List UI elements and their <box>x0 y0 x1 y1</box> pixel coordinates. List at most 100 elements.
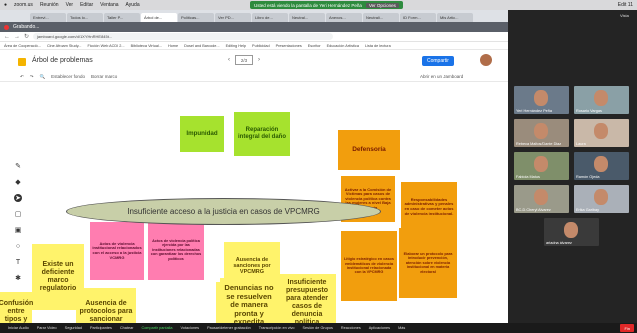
bookmark-7[interactable]: Publicidad <box>252 44 270 48</box>
view-options-button[interactable]: Ver Opciones <box>365 2 399 8</box>
jamboard-title[interactable]: Árbol de problemas <box>32 57 93 64</box>
zoom-control-3[interactable]: Participantes <box>90 326 112 330</box>
share-button[interactable]: Compartir <box>422 56 454 66</box>
zoom-control-9[interactable]: Sesión de Grupos <box>303 326 333 330</box>
frame-counter[interactable]: 2/3 <box>235 55 253 65</box>
drawing-toolbar: ✎ ◆ ➤ ▢ ▣ ○ T ✱ <box>14 162 22 282</box>
zoom-icon[interactable]: 🔍 <box>40 74 46 80</box>
view-button[interactable]: Vista <box>620 13 629 18</box>
tab-4[interactable]: Políticas... <box>178 13 214 22</box>
zoom-control-2[interactable]: Seguridad <box>65 326 82 330</box>
tab-5[interactable]: Ver PD... <box>215 13 251 22</box>
clear-frame-button[interactable]: Borrar marco <box>91 74 117 79</box>
bookmark-11[interactable]: Lista de lectura <box>365 44 391 48</box>
tab-11[interactable]: Mis Artic... <box>437 13 473 22</box>
participant-tile[interactable]: Ramón Ojeda <box>574 152 629 180</box>
back-icon[interactable]: ← <box>4 34 10 40</box>
participant-tile[interactable]: Fabiola Matus <box>514 152 569 180</box>
image-icon[interactable]: ▣ <box>14 226 22 234</box>
redo-icon[interactable]: ↷ <box>30 74 34 80</box>
menu-ayuda[interactable]: Ayuda <box>126 2 140 8</box>
participant-video <box>594 90 608 106</box>
next-frame-icon[interactable]: › <box>258 57 260 63</box>
participants-panel: Vista Yeri Hernández Peña Rosario Vargas R… <box>508 10 637 323</box>
zoom-control-4[interactable]: Chatear <box>120 326 134 330</box>
pen-icon[interactable]: ✎ <box>14 162 22 170</box>
sticky-note[interactable]: Litigio estratégico en casos emblemático… <box>341 231 397 301</box>
participant-video <box>534 123 548 139</box>
laser-icon[interactable]: ✱ <box>14 274 22 282</box>
bookmark-2[interactable]: Ficción Web ACDI 2... <box>87 44 124 48</box>
bookmark-4[interactable]: Home <box>168 44 178 48</box>
bookmark-6[interactable]: Editing Help <box>226 44 246 48</box>
bookmark-5[interactable]: Dosel and Barcode... <box>184 44 219 48</box>
zoom-control-10[interactable]: Reacciones <box>341 326 361 330</box>
participant-tile[interactable]: BC-D.Cheryl Alvarez <box>514 185 569 213</box>
bookmark-8[interactable]: Presentaciones <box>276 44 302 48</box>
zoom-control-7[interactable]: Pausar/detener grabación <box>207 326 251 330</box>
menu-editar[interactable]: Editar <box>80 2 93 8</box>
set-background-button[interactable]: Establecer fondo <box>51 74 85 79</box>
tab-strip: Entrevi... Todos lo... Taller P... Árbol de… <box>0 10 508 22</box>
bookmark-9[interactable]: Escritor <box>308 44 321 48</box>
tab-3[interactable]: Árbol de... <box>141 13 177 22</box>
recording-label: Grabando... <box>13 24 40 30</box>
menu-ventana[interactable]: Ventana <box>100 2 118 8</box>
zoom-control-11[interactable]: Aplicaciones <box>369 326 390 330</box>
zoom-control-12[interactable]: Más <box>398 326 405 330</box>
zoom-control-8[interactable]: Transcripción en vivo <box>259 326 295 330</box>
participant-tile[interactable]: Rebeca Maltos/Dante Diaz <box>514 119 569 147</box>
url-field[interactable]: jamboard.google.com/d/1XYHnRHE845t... <box>33 33 334 40</box>
zoom-control-5[interactable]: Compartir pantalla <box>141 326 172 330</box>
menu-reunion[interactable]: Reunión <box>40 2 59 8</box>
central-problem-ellipse[interactable]: Insuficiente acceso a la justicia en cas… <box>66 198 381 225</box>
jamboard-canvas[interactable]: ✎ ◆ ➤ ▢ ▣ ○ T ✱ Impunidad Reparación inte… <box>0 82 508 333</box>
sticky-note[interactable]: Impunidad <box>180 116 224 152</box>
tab-2[interactable]: Taller P... <box>104 13 140 22</box>
participant-tile[interactable]: ariadna álvarez <box>544 218 599 246</box>
open-in-jamboard-link[interactable]: Abrir en un Jamboard <box>420 74 463 79</box>
participant-video <box>594 156 608 172</box>
undo-icon[interactable]: ↶ <box>20 74 24 80</box>
participant-tile[interactable]: Yeri Hernández Peña <box>514 86 569 114</box>
tab-0[interactable]: Entrevi... <box>30 13 66 22</box>
participant-tile[interactable]: Erika Garibay <box>574 185 629 213</box>
sticky-note[interactable]: Reparación integral del daño <box>234 112 290 156</box>
menu-ver[interactable]: Ver <box>66 2 74 8</box>
sticky-note[interactable]: Actos de violencia institucional relacio… <box>90 222 144 280</box>
forward-icon[interactable]: → <box>14 34 20 40</box>
sticky-note[interactable]: Defensoría <box>338 130 400 170</box>
menu-zoom[interactable]: zoom.us <box>14 2 33 8</box>
zoom-control-1[interactable]: Parar Video <box>37 326 57 330</box>
bookmark-0[interactable]: Área de Cooperació... <box>4 44 41 48</box>
zoom-control-0[interactable]: Iniciar Audio <box>8 326 29 330</box>
tab-8[interactable]: Anexos... <box>326 13 362 22</box>
shape-icon[interactable]: ○ <box>14 242 22 250</box>
select-icon[interactable]: ➤ <box>14 194 22 202</box>
tab-6[interactable]: Libro de... <box>252 13 288 22</box>
sticky-note[interactable]: Actos de violencia política ejercida por… <box>148 220 204 280</box>
eraser-icon[interactable]: ◆ <box>14 178 22 186</box>
participant-tile[interactable]: Rosario Vargas <box>574 86 629 114</box>
bookmark-3[interactable]: Biblioteca Virtual... <box>131 44 162 48</box>
prev-frame-icon[interactable]: ‹ <box>228 57 230 63</box>
record-icon <box>4 24 9 30</box>
participant-name: ariadna álvarez <box>546 241 572 245</box>
textbox-icon[interactable]: T <box>14 258 22 266</box>
zoom-control-6[interactable]: Votaciones <box>180 326 199 330</box>
apple-icon[interactable]: ● <box>4 2 7 8</box>
tab-9[interactable]: Neutrali... <box>363 13 399 22</box>
avatar[interactable] <box>480 54 492 66</box>
end-meeting-button[interactable]: Fin <box>620 324 634 332</box>
bookmark-1[interactable]: Cine Afroam Study... <box>47 44 82 48</box>
sticky-note[interactable]: Elaborar un protocolo para introducir pr… <box>399 228 457 298</box>
bookmark-10[interactable]: Educación Artística <box>327 44 359 48</box>
tab-10[interactable]: ID Form... <box>400 13 436 22</box>
reload-icon[interactable]: ↻ <box>24 33 29 40</box>
sticky-note[interactable]: Responsabilidades administrativas y pena… <box>401 182 457 232</box>
participant-name: Rosario Vargas <box>576 109 602 113</box>
participant-tile[interactable]: Laura <box>574 119 629 147</box>
tab-7[interactable]: Neutral... <box>289 13 325 22</box>
sticky-note-icon[interactable]: ▢ <box>14 210 22 218</box>
tab-1[interactable]: Todos lo... <box>67 13 103 22</box>
